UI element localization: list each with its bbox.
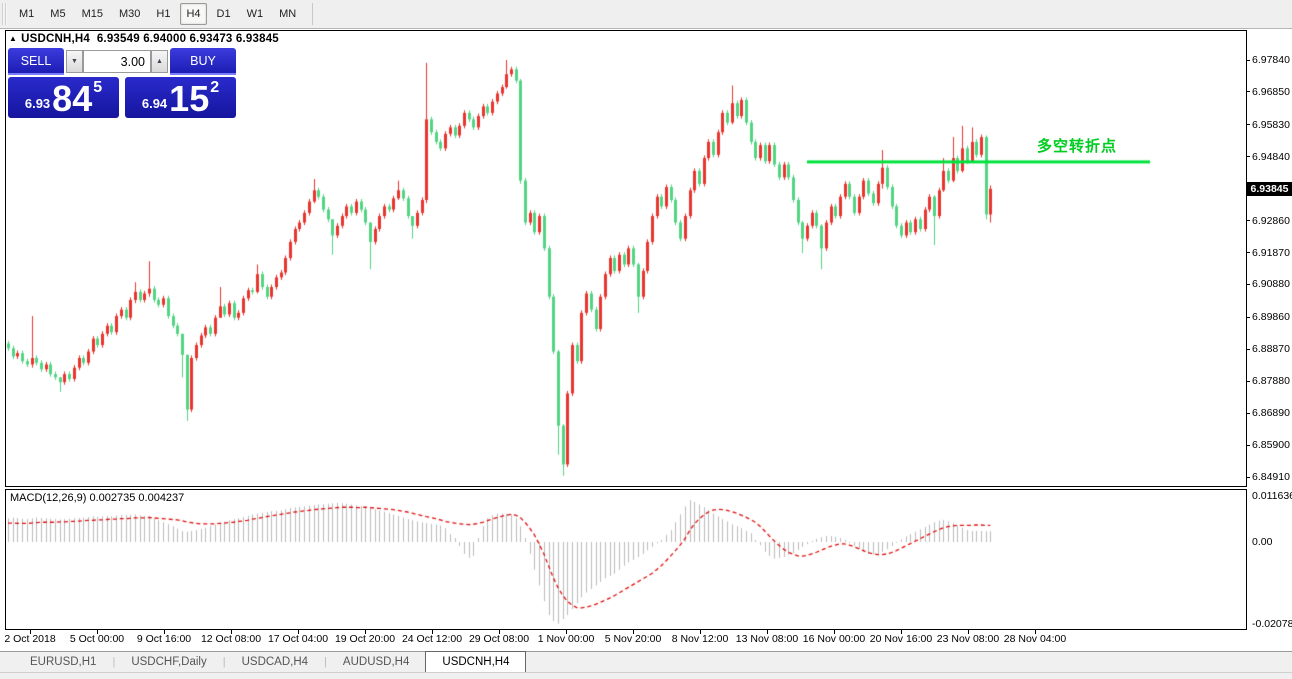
time-axis-label: 23 Nov 08:00 [937,633,999,645]
time-axis-label: 5 Nov 20:00 [605,633,662,645]
price-axis-tick [1246,60,1250,61]
price-axis-label: 6.95830 [1252,119,1290,131]
sell-quote-box[interactable]: 6.93 84 5 [8,77,119,118]
chart-tab-eurusd-h1[interactable]: EURUSD,H1 [14,652,112,672]
price-axis-tick [1246,91,1250,92]
price-axis-tick [1246,220,1250,221]
buy-button[interactable]: BUY [170,48,236,75]
time-axis-label: 2 Oct 2018 [4,633,55,645]
timeframe-button-w1[interactable]: W1 [241,3,270,25]
price-axis-label: 6.97840 [1252,54,1290,66]
price-axis-label: 6.85900 [1252,439,1290,451]
time-axis-label: 5 Oct 00:00 [70,633,124,645]
time-axis-label: 19 Oct 20:00 [335,633,395,645]
chart-title: ▲ USDCNH,H4 6.93549 6.94000 6.93473 6.938… [9,33,279,45]
collapse-panel-icon[interactable]: ▲ [9,34,17,43]
volume-input[interactable] [83,50,151,73]
current-price-label: 6.93845 [1247,182,1292,196]
time-axis-label: 1 Nov 00:00 [538,633,595,645]
chart-symbol: USDCNH,H4 [21,33,90,45]
status-strip [0,672,1292,679]
timeframe-toolbar: M1M5M15M30H1H4D1W1MN [0,0,1292,29]
price-axis-label: 6.94840 [1252,151,1290,163]
chart-tab-audusd-h4[interactable]: AUDUSD,H4 [327,652,425,672]
price-axis-label: 6.92860 [1252,215,1290,227]
buy-price-pip: 2 [210,79,219,97]
time-axis-label: 20 Nov 16:00 [870,633,932,645]
price-axis-tick [1246,477,1250,478]
price-axis-label: 6.87880 [1252,375,1290,387]
price-axis-label: 6.84910 [1252,471,1290,483]
chevron-down-icon: ▼ [71,58,78,65]
price-axis-tick [1246,381,1250,382]
time-axis-label: 17 Oct 04:00 [268,633,328,645]
chart-tab-bar: EURUSD,H1|USDCHF,Daily|USDCAD,H4|AUDUSD,… [0,651,1292,672]
buy-price-prefix: 6.94 [142,96,167,111]
timeframe-button-h4[interactable]: H4 [180,3,206,25]
macd-axis-label: -0.020788 [1252,618,1292,630]
chart-tab-usdcnh-h4[interactable]: USDCNH,H4 [425,651,526,672]
time-axis-label: 24 Oct 12:00 [402,633,462,645]
timeframe-button-m1[interactable]: M1 [13,3,40,25]
price-axis-label: 6.89860 [1252,311,1290,323]
macd-indicator-label: MACD(12,26,9) 0.002735 0.004237 [10,492,184,504]
volume-decrease-button[interactable]: ▼ [66,50,83,73]
timeframe-button-m5[interactable]: M5 [44,3,71,25]
price-axis-label: 6.90880 [1252,278,1290,290]
mt4-window: { "toolbar": { "timeframes": ["M1","M5",… [0,0,1292,679]
buy-price-big: 15 [169,83,209,115]
timeframe-button-mn[interactable]: MN [273,3,302,25]
chart-ohlc-values: 6.93549 6.94000 6.93473 6.93845 [97,33,279,45]
sell-price-pip: 5 [93,79,102,97]
time-axis-label: 13 Nov 08:00 [736,633,798,645]
timeframe-button-d1[interactable]: D1 [211,3,237,25]
price-axis-label: 6.86890 [1252,407,1290,419]
one-click-trading-panel: SELL ▼ ▲ BUY 6.93 84 5 6.94 15 2 [8,48,236,118]
chevron-up-icon: ▲ [156,58,163,65]
time-axis-label: 12 Oct 08:00 [201,633,261,645]
timeframe-button-m15[interactable]: M15 [76,3,109,25]
price-axis-label: 6.88870 [1252,343,1290,355]
price-axis-tick [1246,445,1250,446]
timeframe-button-h1[interactable]: H1 [150,3,176,25]
time-axis-label: 16 Nov 00:00 [803,633,865,645]
buy-quote-box[interactable]: 6.94 15 2 [125,77,236,118]
price-axis-label: 6.91870 [1252,247,1290,259]
price-axis-tick [1246,156,1250,157]
macd-axis-label: 0.00 [1252,536,1272,548]
time-axis-label: 29 Oct 08:00 [469,633,529,645]
macd-axis-label: 0.011636 [1252,490,1292,502]
price-axis-tick [1246,252,1250,253]
trendline-annotation-label[interactable]: 多空转折点 [1037,135,1117,156]
volume-increase-button[interactable]: ▲ [151,50,168,73]
sell-price-prefix: 6.93 [25,96,50,111]
price-axis-tick [1246,284,1250,285]
toolbar-separator [312,3,313,25]
time-axis-label: 28 Nov 04:00 [1004,633,1066,645]
timeframe-buttons: M1M5M15M30H1H4D1W1MN [11,3,304,25]
chart-tab-usdchf-daily[interactable]: USDCHF,Daily [115,652,222,672]
price-axis-tick [1246,317,1250,318]
time-axis-label: 9 Oct 16:00 [137,633,191,645]
price-axis-tick [1246,124,1250,125]
timeframe-button-m30[interactable]: M30 [113,3,146,25]
chart-tab-usdcad-h4[interactable]: USDCAD,H4 [226,652,324,672]
price-axis-tick [1246,349,1250,350]
time-axis-label: 8 Nov 12:00 [672,633,729,645]
toolbar-grip-handle[interactable] [2,3,7,25]
sell-price-big: 84 [52,83,92,115]
macd-chart-canvas[interactable] [6,490,1246,629]
price-axis-tick [1246,413,1250,414]
sell-button[interactable]: SELL [8,48,64,75]
price-axis-label: 6.96850 [1252,86,1290,98]
